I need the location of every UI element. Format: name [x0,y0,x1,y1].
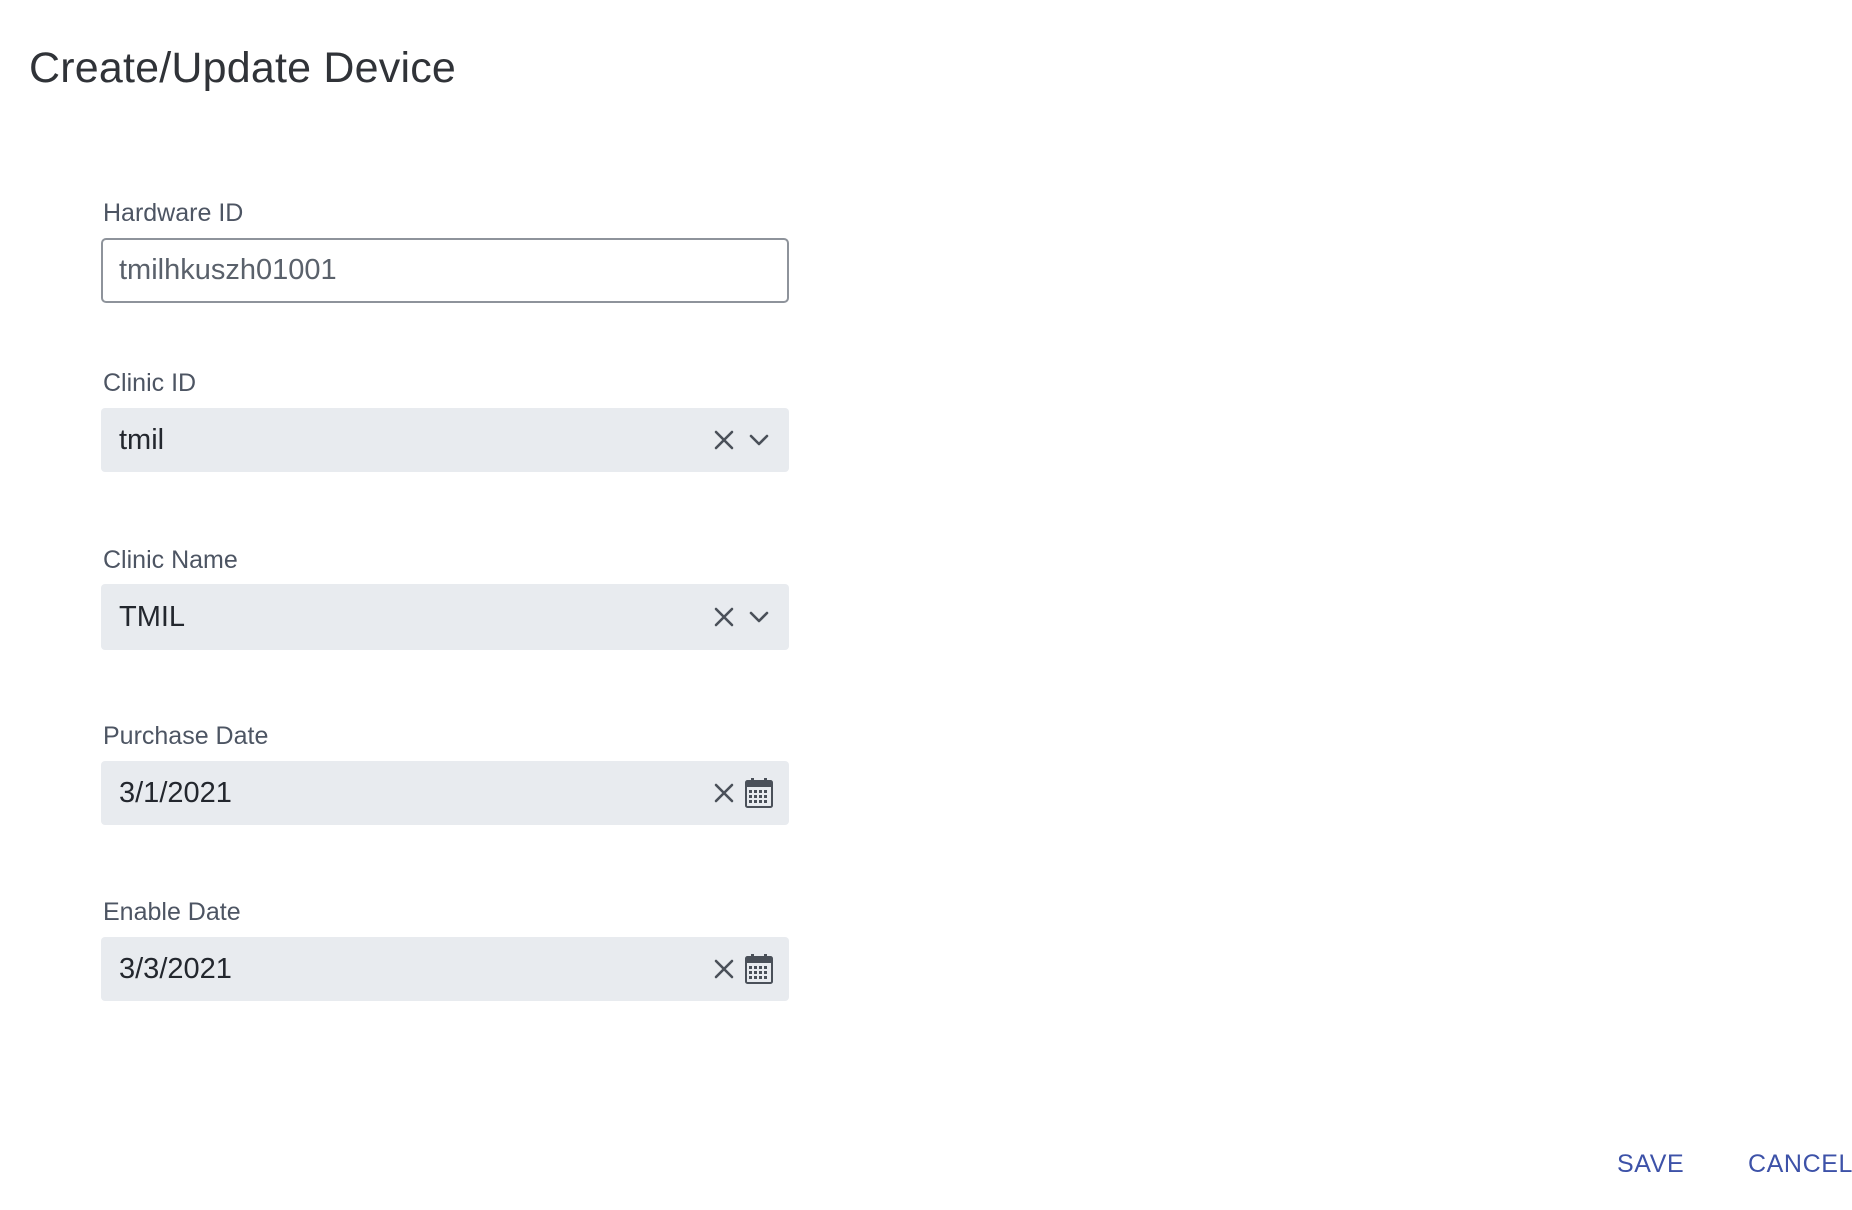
clinic-id-value: tmil [119,424,165,456]
hardware-id-value[interactable]: tmilhkuszh01001 [119,240,337,300]
cancel-button[interactable]: CANCEL [1748,1146,1852,1182]
chevron-down-icon[interactable] [743,601,775,633]
clinic-id-select[interactable]: tmil [101,408,789,472]
close-icon[interactable] [709,954,739,984]
purchase-date-label: Purchase Date [103,722,269,750]
calendar-icon[interactable] [743,953,775,985]
clinic-name-value: TMIL [119,601,186,633]
dialog-title: Create/Update Device [29,44,457,92]
close-icon[interactable] [709,425,739,455]
enable-date-value: 3/3/2021 [119,953,232,985]
clinic-name-select[interactable]: TMIL [101,584,789,650]
chevron-down-icon[interactable] [743,424,775,456]
purchase-date-value: 3/1/2021 [119,777,232,809]
calendar-icon[interactable] [743,777,775,809]
enable-date-label: Enable Date [103,898,241,926]
close-icon[interactable] [709,602,739,632]
hardware-id-input[interactable]: tmilhkuszh01001 [101,238,789,303]
clinic-name-label: Clinic Name [103,546,238,574]
clinic-id-label: Clinic ID [103,369,197,397]
purchase-date-picker[interactable]: 3/1/2021 [101,761,789,825]
save-button[interactable]: SAVE [1617,1146,1684,1182]
hardware-id-label: Hardware ID [103,199,244,227]
enable-date-picker[interactable]: 3/3/2021 [101,937,789,1001]
close-icon[interactable] [709,778,739,808]
